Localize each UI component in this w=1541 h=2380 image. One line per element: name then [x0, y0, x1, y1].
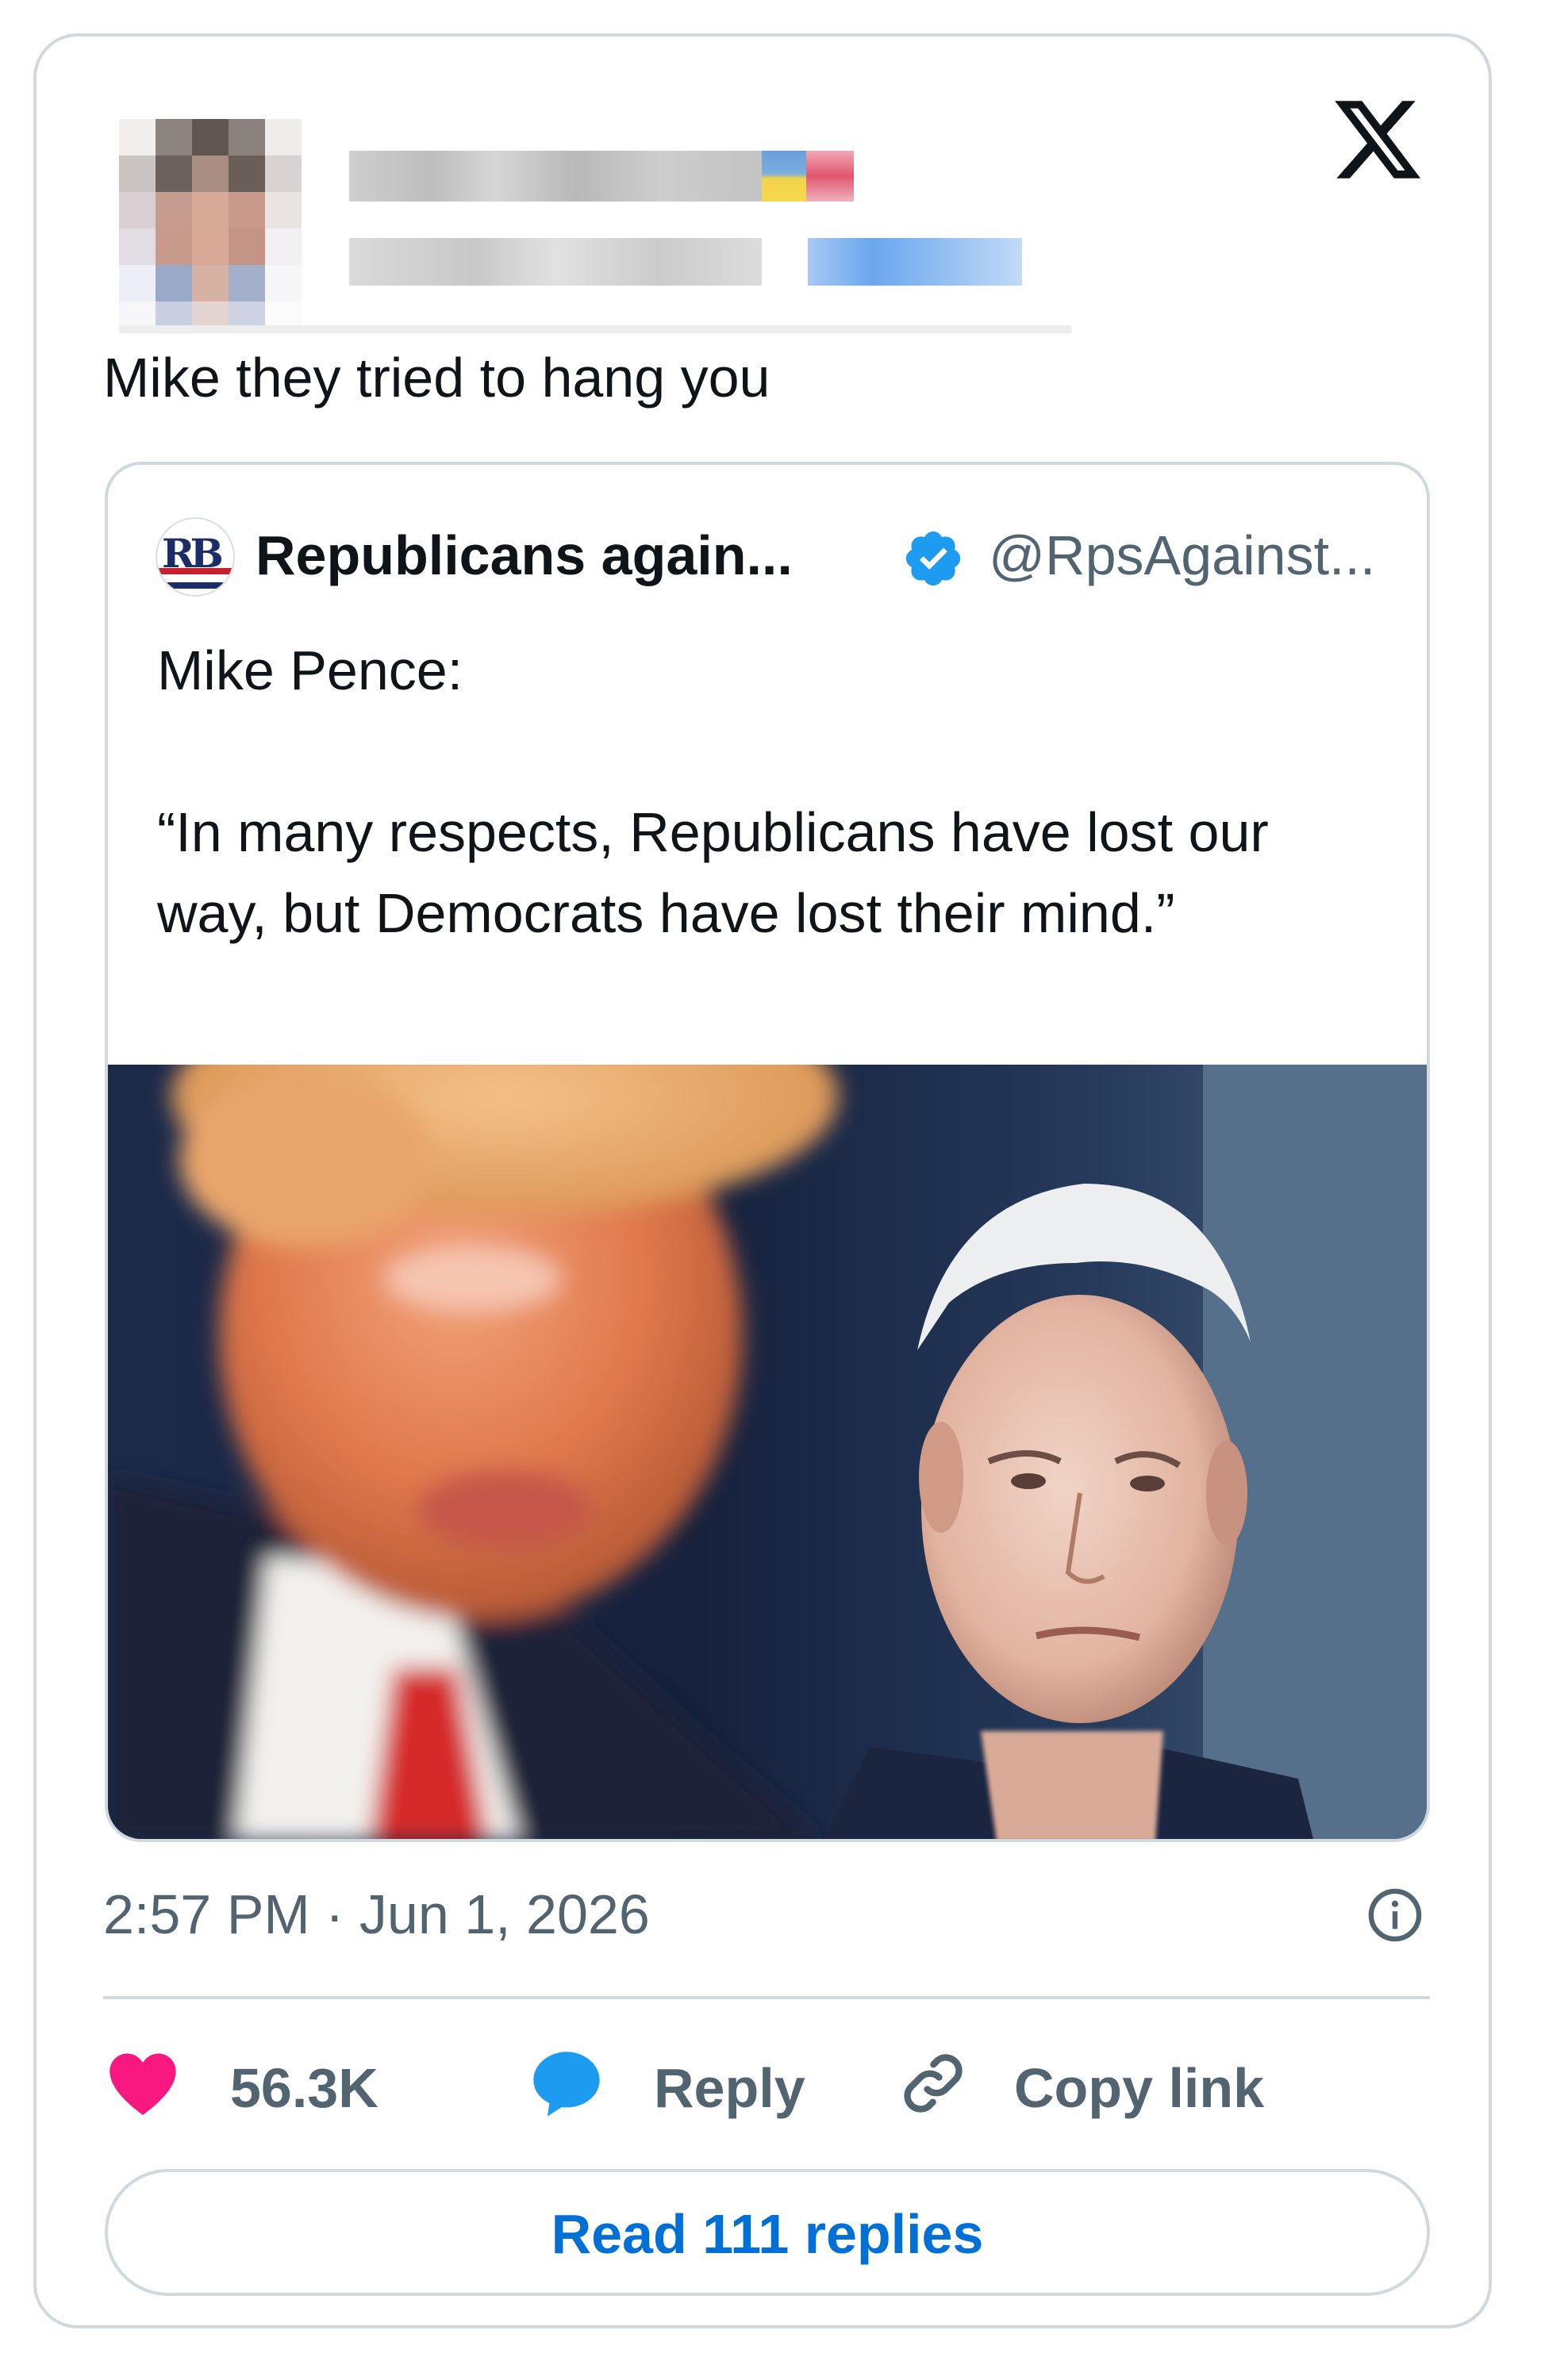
verified-badge-icon — [905, 531, 961, 586]
quoted-tweet-line-2: “In many respects, Republicans have lost… — [157, 801, 1269, 944]
speech-bubble-icon — [533, 2052, 600, 2117]
quoted-author-handle: @RpsAgainst... — [989, 524, 1376, 586]
read-replies-button[interactable]: Read 111 replies — [105, 2169, 1430, 2296]
quoted-tweet-header: RB Republicans again... @RpsAgainst... — [156, 512, 1393, 600]
quoted-author-avatar[interactable]: RB — [156, 517, 235, 597]
author-avatar[interactable] — [119, 119, 302, 333]
quoted-tweet-photo[interactable] — [108, 1065, 1427, 1842]
tweet-embed-card: Mike they tried to hang you RB Republica… — [33, 33, 1492, 2328]
quoted-tweet-body: Mike Pence: “In many respects, Republica… — [157, 630, 1379, 954]
reply-button[interactable]: Reply — [527, 2044, 844, 2131]
quoted-tweet[interactable]: RB Republicans again... @RpsAgainst... M… — [105, 462, 1430, 1842]
copy-link-button[interactable]: Copy link — [893, 2044, 1290, 2131]
author-flag-emoji — [762, 151, 806, 202]
follow-button-redacted[interactable] — [808, 238, 1022, 286]
reply-label: Reply — [654, 2057, 805, 2119]
author-header-redacted — [103, 87, 1071, 333]
read-replies-label: Read 111 replies — [551, 2203, 984, 2265]
author-handle-redacted — [349, 238, 762, 286]
like-button[interactable]: 56.3K — [103, 2044, 436, 2131]
redaction-strip — [119, 325, 1071, 333]
author-flag-emoji-2 — [806, 151, 854, 202]
link-icon — [904, 2054, 963, 2113]
heart-icon — [110, 2053, 176, 2115]
tweet-timestamp[interactable]: 2:57 PM · Jun 1, 2026 — [103, 1879, 650, 1950]
copy-link-label: Copy link — [1014, 2057, 1265, 2119]
tweet-text: Mike they tried to hang you — [103, 347, 770, 409]
info-icon[interactable] — [1365, 1885, 1425, 1945]
author-name-redacted[interactable] — [349, 151, 762, 202]
quoted-author-avatar-text: RB — [162, 530, 224, 577]
quoted-tweet-line-1: Mike Pence: — [157, 639, 463, 701]
x-logo-icon[interactable] — [1330, 92, 1425, 187]
avatar-stripe-2 — [157, 582, 233, 589]
like-count: 56.3K — [230, 2057, 379, 2119]
quoted-author-name[interactable]: Republicans again... — [256, 522, 793, 589]
actions-divider — [103, 1996, 1430, 1999]
